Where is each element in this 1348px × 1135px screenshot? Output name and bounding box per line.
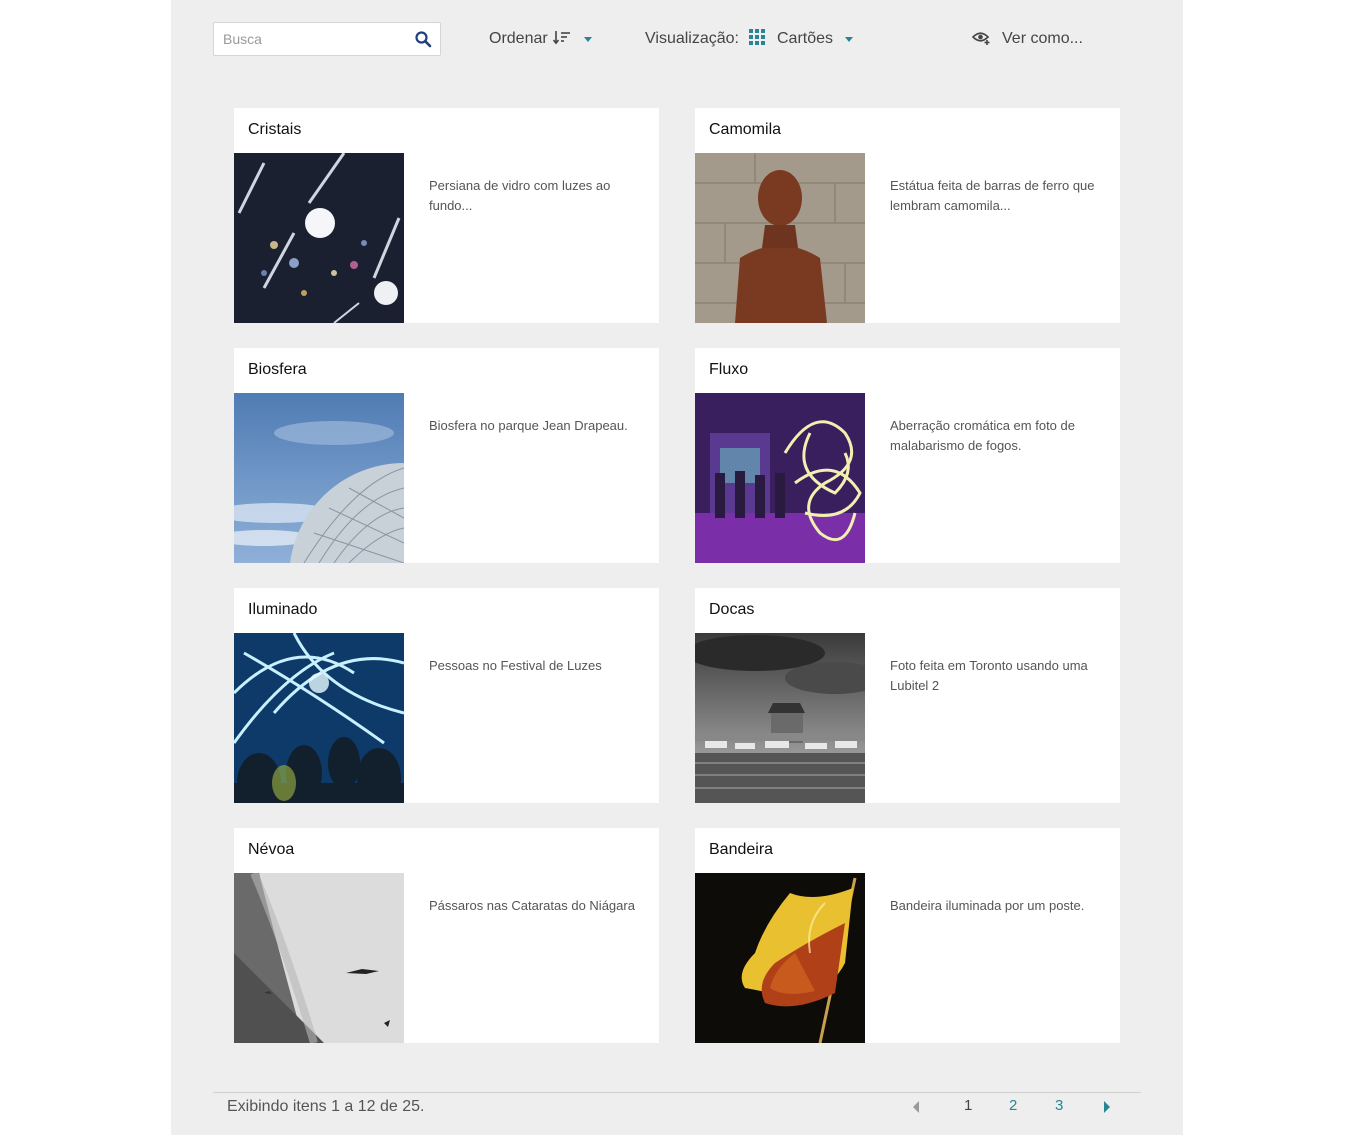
items-count-info: Exibindo itens 1 a 12 de 25. [227, 1098, 425, 1115]
search-icon[interactable] [414, 30, 432, 48]
page-link-1[interactable]: 1 [964, 1097, 972, 1114]
view-as-label: Ver como... [1002, 30, 1083, 47]
card-title[interactable]: Fluxo [709, 361, 748, 379]
view-label: Visualização: [645, 30, 739, 47]
card-title[interactable]: Iluminado [248, 601, 317, 619]
card-title[interactable]: Cristais [248, 121, 301, 139]
card-title[interactable]: Névoa [248, 841, 294, 859]
card-description: Biosfera no parque Jean Drapeau. [429, 418, 628, 433]
view-as-button[interactable]: Ver como... [971, 28, 1083, 50]
item-card[interactable]: Biosfera Biosfera no parque Jean Drapeau… [234, 348, 659, 563]
item-card[interactable]: Fluxo Aberração cromática em foto de mal… [695, 348, 1120, 563]
card-description: Estátua feita de barras de ferro que lem… [890, 178, 1095, 213]
card-thumbnail[interactable] [234, 873, 404, 1043]
chevron-left-icon [913, 1101, 919, 1113]
card-description: Persiana de vidro com luzes ao fundo... [429, 178, 611, 213]
chevron-right-icon [1104, 1101, 1110, 1113]
search-input[interactable] [214, 23, 404, 55]
card-description: Bandeira iluminada por um poste. [890, 898, 1085, 913]
card-description: Pássaros nas Cataratas do Niágara [429, 898, 635, 913]
chevron-down-icon [845, 36, 854, 42]
card-thumbnail[interactable] [695, 633, 865, 803]
main-panel: Ordenar Visualização: Cartões [171, 0, 1183, 1135]
card-description: Foto feita em Toronto usando uma Lubitel… [890, 658, 1088, 693]
card-title[interactable]: Bandeira [709, 841, 773, 859]
card-description: Pessoas no Festival de Luzes [429, 658, 602, 673]
item-card[interactable]: Bandeira Bandeira iluminada por um poste… [695, 828, 1120, 1043]
card-thumbnail[interactable] [234, 393, 404, 563]
item-card[interactable]: Camomila Estátua feita de barras de ferr… [695, 108, 1120, 323]
card-thumbnail[interactable] [695, 873, 865, 1043]
search-box [213, 22, 441, 56]
item-card[interactable]: Iluminado Pessoas no Festival de Luzes [234, 588, 659, 803]
card-title[interactable]: Docas [709, 601, 754, 619]
item-card[interactable]: Névoa Pássaros nas Cataratas do Niágara [234, 828, 659, 1043]
view-value: Cartões [776, 30, 834, 47]
card-thumbnail[interactable] [234, 153, 404, 323]
item-card[interactable]: Cristais Persiana de vidro com luzes ao … [234, 108, 659, 323]
next-page-button[interactable] [1104, 1101, 1110, 1113]
grid-icon [748, 28, 765, 50]
page-link-2[interactable]: 2 [1009, 1097, 1017, 1114]
card-thumbnail[interactable] [695, 153, 865, 323]
previous-page-button[interactable] [913, 1101, 919, 1113]
card-thumbnail[interactable] [234, 633, 404, 803]
item-card[interactable]: Docas Foto feita em Toronto usando uma L… [695, 588, 1120, 803]
sort-label: Ordenar [489, 30, 548, 47]
chevron-down-icon [583, 36, 592, 42]
card-description: Aberração cromática em foto de malabaris… [890, 418, 1075, 453]
footer-divider [213, 1092, 1141, 1093]
card-title[interactable]: Camomila [709, 121, 781, 139]
card-thumbnail[interactable] [695, 393, 865, 563]
card-title[interactable]: Biosfera [248, 361, 307, 379]
page-link-3[interactable]: 3 [1055, 1097, 1063, 1114]
view-mode-dropdown[interactable]: Visualização: Cartões [645, 28, 854, 50]
sort-dropdown[interactable]: Ordenar [489, 28, 592, 50]
sort-descending-icon [552, 29, 571, 50]
eye-plus-icon [971, 29, 991, 50]
